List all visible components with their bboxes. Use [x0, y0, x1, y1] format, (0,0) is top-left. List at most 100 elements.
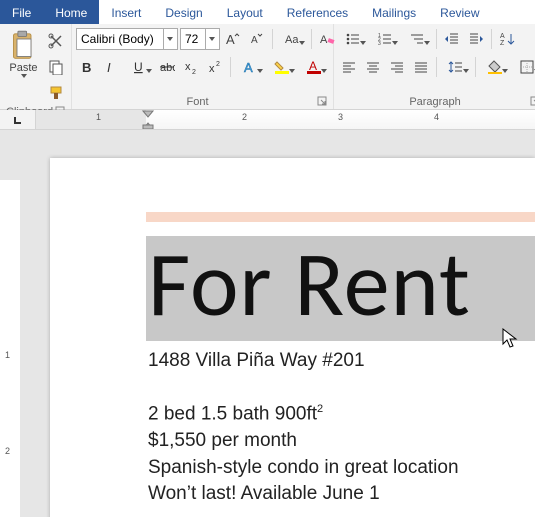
sort-icon: AZ — [499, 31, 515, 47]
separator — [436, 57, 437, 77]
separator — [230, 57, 231, 77]
font-size-combo[interactable] — [180, 28, 220, 50]
font-family-dropdown[interactable] — [163, 29, 175, 49]
ruler-number: 3 — [338, 112, 343, 122]
svg-text:x: x — [209, 63, 215, 75]
dialog-launcher-icon[interactable] — [530, 96, 535, 106]
tab-references[interactable]: References — [275, 0, 360, 24]
underline-icon: U — [131, 59, 147, 75]
shading-icon — [487, 59, 503, 75]
body-line[interactable]: Won’t last! Available June 1 — [148, 482, 535, 507]
group-clipboard: Paste Clipboard — [0, 24, 72, 109]
align-right-icon — [389, 59, 405, 75]
font-size-dropdown[interactable] — [205, 29, 217, 49]
vertical-ruler[interactable]: 1 2 — [0, 130, 20, 517]
dialog-launcher-icon[interactable] — [317, 96, 327, 106]
tab-mailings[interactable]: Mailings — [360, 0, 428, 24]
font-color-button[interactable]: A — [299, 56, 329, 78]
italic-button[interactable]: I — [100, 56, 122, 78]
justify-button[interactable] — [410, 56, 432, 78]
subscript-icon: x2 — [183, 59, 199, 75]
body-line[interactable]: $1,550 per month — [148, 429, 535, 454]
font-family-combo[interactable] — [76, 28, 178, 50]
cut-button[interactable] — [45, 30, 67, 52]
chevron-down-icon — [502, 69, 508, 73]
page-area[interactable]: For Rent 1488 Villa Piña Way #201 2 bed … — [36, 130, 535, 517]
tab-home[interactable]: Home — [43, 0, 99, 24]
bold-button[interactable]: B — [76, 56, 98, 78]
chevron-down-icon — [289, 69, 295, 73]
svg-text:B: B — [82, 60, 91, 75]
chevron-down-icon — [360, 41, 366, 45]
align-left-icon — [341, 59, 357, 75]
shading-button[interactable] — [480, 56, 510, 78]
grow-font-icon: A — [225, 31, 241, 47]
separator — [272, 29, 273, 49]
line-spacing-button[interactable] — [441, 56, 471, 78]
strikethrough-button[interactable]: abc — [156, 56, 178, 78]
document-body[interactable]: 1488 Villa Piña Way #201 2 bed 1.5 bath … — [146, 341, 535, 507]
italic-icon: I — [103, 59, 119, 75]
change-case-icon: Aa — [284, 31, 300, 47]
shrink-font-button[interactable]: A — [246, 28, 268, 50]
format-painter-button[interactable] — [45, 82, 67, 104]
multilevel-list-button[interactable] — [402, 28, 432, 50]
paste-button[interactable]: Paste — [4, 28, 43, 78]
grow-font-button[interactable]: A — [222, 28, 244, 50]
tab-design[interactable]: Design — [153, 0, 214, 24]
scissors-icon — [48, 33, 64, 49]
page[interactable]: For Rent 1488 Villa Piña Way #201 2 bed … — [50, 158, 535, 517]
svg-text:A: A — [500, 33, 505, 40]
borders-button[interactable] — [512, 56, 535, 78]
align-center-button[interactable] — [362, 56, 384, 78]
increase-indent-button[interactable] — [465, 28, 487, 50]
svg-text:A: A — [244, 60, 253, 75]
copy-button[interactable] — [45, 56, 67, 78]
superscript-icon: x2 — [207, 59, 223, 75]
change-case-button[interactable]: Aa — [277, 28, 307, 50]
indent-marker-icon[interactable] — [142, 110, 154, 129]
svg-text:3: 3 — [378, 41, 381, 47]
font-family-input[interactable] — [77, 30, 163, 48]
decorative-bar — [146, 212, 535, 222]
tab-layout[interactable]: Layout — [215, 0, 275, 24]
group-label-paragraph: Paragraph — [340, 94, 530, 108]
shrink-font-icon: A — [249, 31, 265, 47]
tab-file[interactable]: File — [0, 0, 43, 24]
chevron-down-icon — [392, 41, 398, 45]
decrease-indent-button[interactable] — [441, 28, 463, 50]
align-left-button[interactable] — [338, 56, 360, 78]
subscript-button[interactable]: x2 — [180, 56, 202, 78]
document-headline[interactable]: For Rent — [146, 236, 535, 333]
svg-text:Aa: Aa — [285, 34, 299, 46]
paintbrush-icon — [48, 85, 64, 101]
underline-button[interactable]: U — [124, 56, 154, 78]
body-line[interactable]: 1488 Villa Piña Way #201 — [148, 349, 535, 374]
font-size-input[interactable] — [181, 30, 205, 48]
mouse-cursor-icon — [502, 328, 520, 350]
borders-icon — [519, 59, 535, 75]
align-right-button[interactable] — [386, 56, 408, 78]
tab-review[interactable]: Review — [428, 0, 491, 24]
sort-button[interactable]: AZ — [496, 28, 518, 50]
horizontal-ruler[interactable]: 1 2 3 4 — [36, 110, 535, 129]
separator — [491, 29, 492, 49]
svg-text:I: I — [107, 60, 111, 75]
text-effects-button[interactable]: A — [235, 56, 265, 78]
tab-selector[interactable] — [0, 110, 36, 129]
highlight-button[interactable] — [267, 56, 297, 78]
svg-text:2: 2 — [192, 69, 196, 75]
svg-text:A: A — [320, 34, 328, 46]
bullets-button[interactable] — [338, 28, 368, 50]
justify-icon — [413, 59, 429, 75]
superscript-button[interactable]: x2 — [204, 56, 226, 78]
ribbon-tabs: File Home Insert Design Layout Reference… — [0, 0, 535, 24]
numbering-button[interactable]: 123 — [370, 28, 400, 50]
tab-insert[interactable]: Insert — [99, 0, 153, 24]
indent-icon — [468, 31, 484, 47]
body-line[interactable]: 2 bed 1.5 bath 900ft2 — [148, 402, 535, 427]
body-line[interactable]: Spanish-style condo in great location — [148, 456, 535, 481]
chevron-down-icon — [167, 37, 173, 41]
headline-selection[interactable]: For Rent — [146, 236, 535, 341]
body-line[interactable] — [148, 375, 535, 400]
